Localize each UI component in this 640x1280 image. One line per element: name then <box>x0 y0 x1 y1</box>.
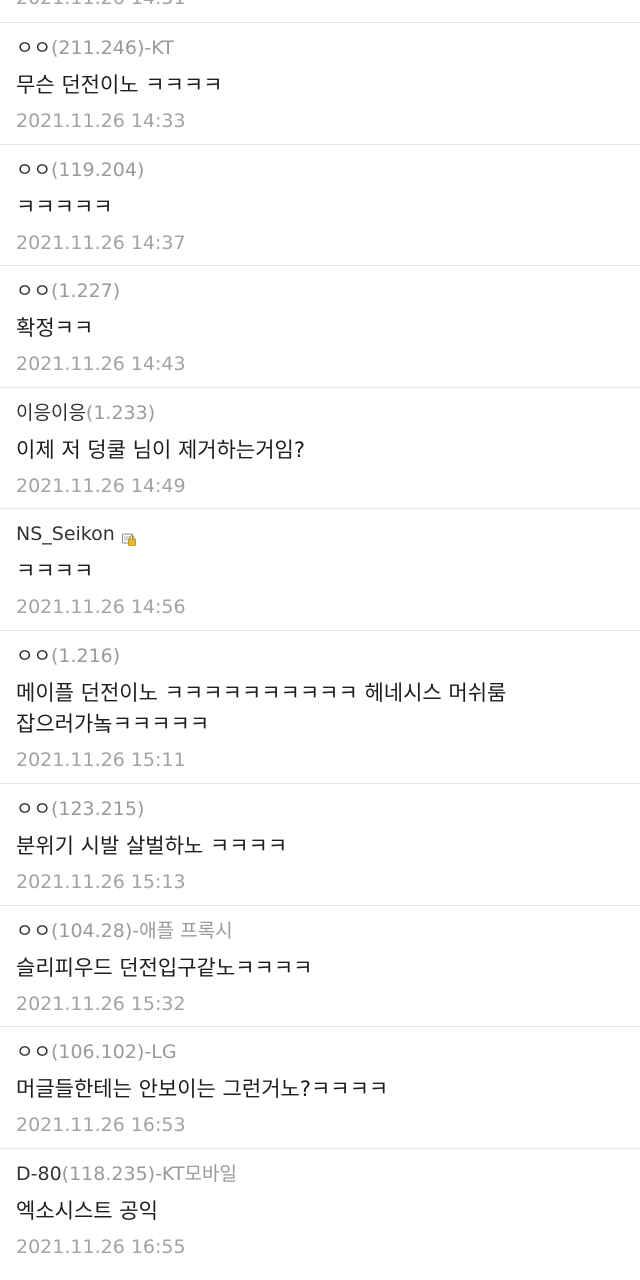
comment-nickname[interactable]: NS_Seikon <box>16 522 115 546</box>
comment-date: 2021.11.26 16:55 <box>16 1235 186 1258</box>
comment-body: 엑소시스트 공익 <box>16 1196 624 1227</box>
comment-date: 2021.11.26 14:43 <box>16 353 186 376</box>
comment-item[interactable]: ㅇㅇ (104.28) -애플 프록시슬리피우드 던전입구같노ㅋㅋㅋㅋ 2021.11… <box>0 904 640 1027</box>
comment-body: ㅋㅋㅋㅋㅋ <box>16 192 624 223</box>
comment-ip: (118.235) <box>61 1162 156 1185</box>
comment-meta: ㅇㅇ (119.204) <box>16 158 624 182</box>
comment-nickname[interactable]: ㅇㅇ <box>16 36 51 60</box>
comment-date: 2021.11.26 14:49 <box>16 474 186 497</box>
comment-nickname[interactable]: ㅇㅇ <box>16 644 51 668</box>
comment-meta: ㅇㅇ (211.246) -KT <box>16 36 624 60</box>
comment-body: 슬리피우드 던전입구같노ㅋㅋㅋㅋ <box>16 953 624 984</box>
comment-body: ㅋㅋㅋㅋ <box>16 556 624 587</box>
comment-date: 2021.11.26 14:33 <box>16 110 186 132</box>
comment-ip: (106.102) <box>50 1041 145 1064</box>
comment-nickname[interactable]: ㅇㅇ <box>16 279 51 303</box>
comment-body: 확정ㅋㅋ <box>16 313 624 344</box>
comment-item[interactable]: ㅇㅇ (123.215) 분위기 시발 살벌하노 ㅋㅋㅋㅋ 2021.11.26 15… <box>0 782 640 905</box>
comment-item[interactable]: D-80 (118.235) -KT모바일엑소시스트 공익 2021.11.26 16… <box>0 1147 640 1270</box>
comment-carrier: -KT <box>144 37 174 59</box>
comment-date: 2021.11.26 14:56 <box>16 596 186 619</box>
comment-nickname[interactable]: ㅇㅇ <box>16 919 51 943</box>
comment-item[interactable]: 이응이응 (1.233) 이제 저 덩쿨 님이 제거하는거임? 2021.11.26 … <box>0 386 640 509</box>
comment-body-line: 분위기 시발 살벌하노 ㅋㅋㅋㅋ <box>16 833 288 858</box>
comment-date: 2021.11.26 14:31 <box>16 0 186 10</box>
comment-ip: (211.246) <box>50 37 145 59</box>
fixed-nick-icon <box>121 528 136 547</box>
comment-body-line: 잡으러가놐ㅋㅋㅋㅋㅋ <box>16 711 210 736</box>
comment-ip: (104.28) <box>50 919 133 942</box>
comment-carrier: -KT모바일 <box>155 1162 237 1185</box>
comment-carrier: -애플 프록시 <box>132 919 233 942</box>
comment-body-line: 엑소시스트 공익 <box>16 1198 158 1223</box>
comment-item[interactable]: ㅇㅇ (211.246) -KT 무슨 던전이노 ㅋㅋㅋㅋ 2021.11.26 14:… <box>0 22 640 144</box>
comment-meta: ㅇㅇ (106.102) -LG <box>16 1040 624 1064</box>
comment-item[interactable]: ㅇㅇ (1.216) 메이플 던전이노 ㅋㅋㅋㅋㅋㅋㅋㅋㅋㅋ 헤네시스 머쉬룸잡으러… <box>0 629 640 783</box>
comment-body-line: 머글들한테는 안보이는 그런거노?ㅋㅋㅋㅋ <box>16 1077 389 1102</box>
comment-date: 2021.11.26 14:37 <box>16 231 186 254</box>
comment-item[interactable]: ㅇㅇ (1.227) 확정ㅋㅋ 2021.11.26 14:43 <box>0 265 640 387</box>
comment-list: 2021.11.26 14:31 ㅇㅇ(211.246)-KT무슨 던전이노 ㅋ… <box>0 0 640 1269</box>
comment-body-line: 이제 저 덩쿨 님이 제거하는거임? <box>16 437 306 462</box>
comment-nickname[interactable]: ㅇㅇ <box>16 158 51 182</box>
comment-body: 이제 저 덩쿨 님이 제거하는거임? <box>16 435 624 466</box>
comment-body: 메이플 던전이노 ㅋㅋㅋㅋㅋㅋㅋㅋㅋㅋ 헤네시스 머쉬룸잡으러가놐ㅋㅋㅋㅋㅋ <box>16 678 624 740</box>
comment-nickname[interactable]: ㅇㅇ <box>16 1040 51 1064</box>
comment-meta: 이응이응 (1.233) <box>16 401 624 425</box>
comment-body: 머글들한테는 안보이는 그런거노?ㅋㅋㅋㅋ <box>16 1074 624 1105</box>
comment-date: 2021.11.26 15:13 <box>16 870 186 893</box>
comment-body-line: 슬리피우드 던전입구같노ㅋㅋㅋㅋ <box>16 955 313 980</box>
comment-body: 분위기 시발 살벌하노 ㅋㅋㅋㅋ <box>16 831 624 862</box>
comment-meta: ㅇㅇ (1.227) <box>16 279 624 303</box>
comment-item-partial: 2021.11.26 14:31 <box>0 0 640 22</box>
comment-date: 2021.11.26 15:32 <box>16 992 186 1015</box>
comment-body: 무슨 던전이노 ㅋㅋㅋㅋ <box>16 70 624 101</box>
comment-nickname[interactable]: 이응이응 <box>16 401 86 425</box>
comment-date: 2021.11.26 15:11 <box>16 748 186 771</box>
comment-ip: (119.204) <box>50 158 145 181</box>
comment-meta: D-80 (118.235) -KT모바일 <box>16 1162 624 1186</box>
comment-meta: NS_Seikon <box>16 522 624 547</box>
comment-body-line: 메이플 던전이노 ㅋㅋㅋㅋㅋㅋㅋㅋㅋㅋ 헤네시스 머쉬룸 <box>16 680 507 705</box>
comment-nickname[interactable]: D-80 <box>16 1162 62 1186</box>
comment-body-line: ㅋㅋㅋㅋ <box>16 559 94 584</box>
comment-ip: (1.216) <box>50 644 121 667</box>
comment-item[interactable]: ㅇㅇ (119.204) ㅋㅋㅋㅋㅋ 2021.11.26 14:37 <box>0 143 640 266</box>
comment-item[interactable]: NS_Seikon ㅋㅋㅋㅋ 2021.11.26 14:56 <box>0 508 640 630</box>
comments-container: ㅇㅇ (211.246) -KT 무슨 던전이노 ㅋㅋㅋㅋ 2021.11.26 14:… <box>0 22 640 1269</box>
comment-ip: (123.215) <box>50 797 145 820</box>
comment-body-line: ㅋㅋㅋㅋㅋ <box>16 194 113 219</box>
comment-item[interactable]: ㅇㅇ (106.102) -LG 머글들한테는 안보이는 그런거노?ㅋㅋㅋㅋ 2021.… <box>0 1026 640 1148</box>
comment-ip: (1.233) <box>85 401 156 424</box>
comment-body-line: 무슨 던전이노 ㅋㅋㅋㅋ <box>16 73 223 97</box>
comment-ip: (1.227) <box>50 280 121 303</box>
comment-body-line: 확정ㅋㅋ <box>16 316 94 341</box>
comment-meta: ㅇㅇ (1.216) <box>16 644 624 668</box>
comment-meta: ㅇㅇ (104.28) -애플 프록시 <box>16 919 624 943</box>
comment-carrier: -LG <box>144 1041 177 1064</box>
comment-date: 2021.11.26 16:53 <box>16 1114 186 1137</box>
comment-nickname[interactable]: ㅇㅇ <box>16 797 51 821</box>
comment-meta: ㅇㅇ (123.215) <box>16 797 624 821</box>
